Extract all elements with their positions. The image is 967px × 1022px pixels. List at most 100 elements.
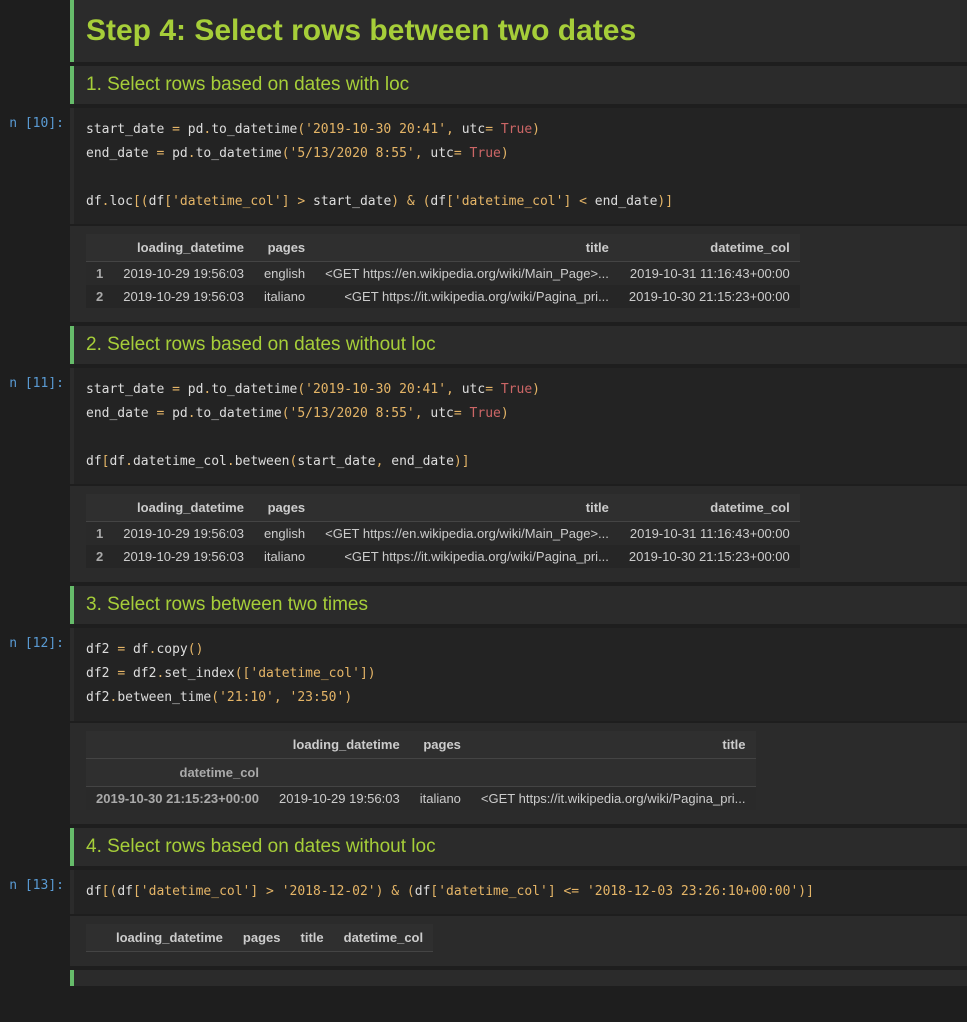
output-dataframe: loading_datetimepagestitledatetime_col12…	[86, 494, 800, 568]
code-token: ,	[274, 690, 282, 705]
column-header: title	[471, 731, 756, 759]
markdown-cell[interactable]: 2. Select rows based on dates without lo…	[0, 326, 967, 364]
code-token: loc	[109, 194, 132, 209]
column-header: pages	[233, 924, 291, 952]
code-token	[258, 884, 266, 899]
table-cell: italiano	[410, 786, 471, 810]
column-header: title	[315, 234, 619, 262]
code-token	[399, 884, 407, 899]
table-cell: 2019-10-29 19:56:03	[113, 545, 254, 568]
code-token: =	[454, 146, 470, 161]
code-token: )	[454, 454, 462, 469]
code-token: between	[235, 454, 290, 469]
code-token: <=	[563, 884, 579, 899]
markdown-cell[interactable]: Step 4: Select rows between two dates	[0, 0, 967, 62]
code-input[interactable]: df2 = df.copy() df2 = df2.set_index(['da…	[74, 628, 967, 720]
code-token: True	[501, 382, 532, 397]
code-token: )	[391, 194, 399, 209]
rendered-markdown: Step 4: Select rows between two dates	[74, 0, 967, 62]
code-cell[interactable]: n [13]:df[(df['datetime_col'] > '2018-12…	[0, 870, 967, 914]
table-cell: 2019-10-29 19:56:03	[113, 262, 254, 286]
table-cell: <GET https://it.wikipedia.org/wiki/Pagin…	[315, 545, 619, 568]
code-token: '2019-10-30 20:41'	[305, 382, 446, 397]
prompt-area	[0, 828, 70, 866]
code-token: [	[446, 194, 454, 209]
code-input[interactable]: start_date = pd.to_datetime('2019-10-30 …	[74, 368, 967, 484]
code-token: [(	[133, 194, 149, 209]
table-body: 2019-10-30 21:15:23+00:002019-10-29 19:5…	[86, 786, 756, 810]
code-token: start_date	[86, 122, 172, 137]
index-header	[86, 924, 106, 952]
table-cell: english	[254, 262, 315, 286]
output-area: loading_datetimepagestitledatetime_col12…	[74, 486, 967, 582]
code-token: &	[391, 884, 399, 899]
cell-inner: 1. Select rows based on dates with loc	[70, 66, 967, 104]
empty-header	[269, 758, 410, 786]
table-row: 22019-10-29 19:56:03italiano<GET https:/…	[86, 545, 800, 568]
table-header-row: loading_datetimepagestitledatetime_col	[86, 924, 433, 952]
code-token: '2018-12-02'	[282, 884, 376, 899]
code-token: df2	[125, 666, 156, 681]
output-prompt	[0, 226, 70, 322]
code-token: =	[117, 642, 125, 657]
table-index-name-row: datetime_col	[86, 758, 756, 786]
code-token: .	[188, 146, 196, 161]
code-token: =	[485, 382, 501, 397]
markdown-cell[interactable]	[0, 970, 967, 986]
code-input[interactable]: start_date = pd.to_datetime('2019-10-30 …	[74, 108, 967, 224]
step-title: Step 4: Select rows between two dates	[86, 8, 955, 54]
code-token: utc	[423, 406, 454, 421]
code-token: [(	[102, 884, 118, 899]
markdown-cell[interactable]: 1. Select rows based on dates with loc	[0, 66, 967, 104]
column-header: loading_datetime	[113, 234, 254, 262]
cell-inner	[70, 970, 967, 986]
prompt-area	[0, 326, 70, 364]
table-row: 2019-10-30 21:15:23+00:002019-10-29 19:5…	[86, 786, 756, 810]
code-token: '2019-10-30 20:41'	[305, 122, 446, 137]
code-token: '5/13/2020 8:55'	[290, 406, 415, 421]
code-token: df2	[86, 690, 109, 705]
code-token: (	[407, 884, 415, 899]
cell-inner: loading_datetimepagestitledatetime_col	[70, 916, 967, 966]
cell-inner: 2. Select rows based on dates without lo…	[70, 326, 967, 364]
code-token: ,	[415, 146, 423, 161]
output-area: loading_datetimepagestitledatetime_col20…	[74, 723, 967, 824]
code-cell[interactable]: n [10]:start_date = pd.to_datetime('2019…	[0, 108, 967, 224]
table-header-row: loading_datetimepagestitle	[86, 731, 756, 759]
index-header	[86, 494, 113, 522]
prompt-area	[0, 586, 70, 624]
code-token: df	[109, 454, 125, 469]
code-cell[interactable]: n [12]:df2 = df.copy() df2 = df2.set_ind…	[0, 628, 967, 720]
code-token	[579, 884, 587, 899]
prompt-area	[0, 970, 70, 986]
code-token: pd	[164, 406, 187, 421]
cell-inner: df[(df['datetime_col'] > '2018-12-02') &…	[70, 870, 967, 914]
empty-header	[471, 758, 756, 786]
markdown-cell[interactable]: 3. Select rows between two times	[0, 586, 967, 624]
code-token: 'datetime_col'	[141, 884, 251, 899]
index-header	[86, 234, 113, 262]
empty-header	[410, 758, 471, 786]
output-area: loading_datetimepagestitledatetime_col12…	[74, 226, 967, 322]
table-head: loading_datetimepagestitledatetime_col	[86, 494, 800, 522]
column-header: loading_datetime	[113, 494, 254, 522]
column-header: pages	[254, 494, 315, 522]
code-token: &	[407, 194, 415, 209]
section-heading: 3. Select rows between two times	[86, 594, 955, 616]
code-token: 'datetime_col'	[454, 194, 564, 209]
row-index: 1	[86, 522, 113, 546]
code-cell[interactable]: n [11]:start_date = pd.to_datetime('2019…	[0, 368, 967, 484]
row-index: 2	[86, 285, 113, 308]
markdown-cell[interactable]: 4. Select rows based on dates without lo…	[0, 828, 967, 866]
code-token: df	[149, 194, 165, 209]
code-token: start_date	[86, 382, 172, 397]
code-token: start_date	[305, 194, 391, 209]
output-prompt	[0, 723, 70, 824]
code-input[interactable]: df[(df['datetime_col'] > '2018-12-02') &…	[74, 870, 967, 914]
cell-spacer	[0, 988, 967, 990]
code-token: copy	[156, 642, 187, 657]
code-token: ])	[360, 666, 376, 681]
code-token: df	[86, 884, 102, 899]
rendered-markdown: 4. Select rows based on dates without lo…	[74, 828, 967, 866]
table-cell: <GET https://it.wikipedia.org/wiki/Pagin…	[471, 786, 756, 810]
